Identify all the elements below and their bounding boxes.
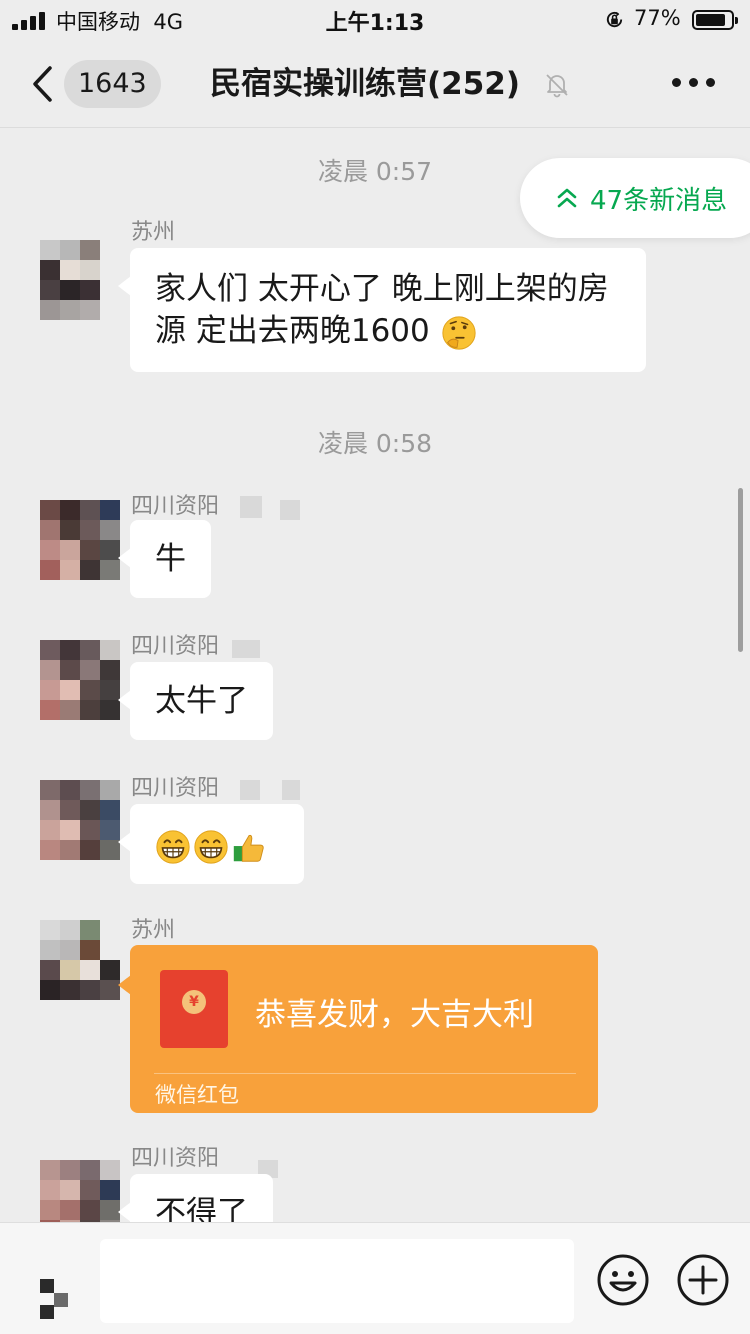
- message-input[interactable]: [100, 1239, 574, 1323]
- timestamp: 凌晨 0:58: [317, 429, 433, 458]
- divider: [154, 1073, 576, 1074]
- thinking-face-icon: [441, 315, 476, 350]
- sender-name: 四川资阳: [131, 1146, 220, 1171]
- blurred-name-patch: [282, 780, 300, 800]
- sender-name: 苏州: [131, 918, 176, 943]
- red-packet-greeting: 恭喜发财，大吉大利: [255, 997, 534, 1033]
- sender-name: 苏州: [131, 220, 176, 245]
- scrollbar[interactable]: [738, 488, 743, 652]
- thumbs-up-icon: [233, 834, 264, 862]
- chat-title: 民宿实操训练营(252): [210, 66, 521, 102]
- message-bubble[interactable]: 家人们 太开心了 晚上刚上架的房源 定出去两晚1600: [118, 248, 646, 372]
- input-bar: [0, 1222, 750, 1334]
- avatar[interactable]: [40, 240, 120, 320]
- sender-name: 四川资阳: [131, 776, 220, 801]
- avatar[interactable]: [40, 780, 120, 860]
- blurred-name-patch: [280, 500, 300, 520]
- emoji-icon[interactable]: [596, 1253, 650, 1307]
- plus-icon[interactable]: [676, 1253, 730, 1307]
- mute-bell-icon: [546, 74, 568, 98]
- message-bubble[interactable]: [118, 804, 304, 884]
- battery-percent: 77%: [634, 6, 681, 30]
- avatar[interactable]: [40, 500, 120, 580]
- grinning-face-icon: [156, 829, 190, 864]
- blurred-name-patch: [240, 496, 262, 518]
- sender-name: 四川资阳: [131, 634, 220, 659]
- red-packet-label: 微信红包: [155, 1083, 239, 1107]
- unread-count-badge[interactable]: 1643: [64, 60, 161, 108]
- more-dots-icon[interactable]: [672, 78, 716, 88]
- blurred-name-patch: [232, 640, 260, 658]
- sender-name: 四川资阳: [131, 494, 220, 519]
- nav-bar: 1643 民宿实操训练营(252): [0, 40, 750, 128]
- status-bar: 中国移动 4G 上午1:13 77%: [0, 0, 750, 40]
- orientation-lock-icon: [606, 11, 623, 28]
- double-chevron-up-icon: [557, 188, 577, 208]
- new-messages-label: 47条新消息: [590, 186, 728, 216]
- back-arrow-icon[interactable]: [30, 64, 54, 104]
- voice-icon[interactable]: [40, 1279, 80, 1319]
- blurred-name-patch: [240, 780, 260, 800]
- new-messages-button[interactable]: 47条新消息: [520, 158, 750, 238]
- red-packet-icon: ¥: [160, 970, 228, 1048]
- message-text: 家人们 太开心了 晚上刚上架的房源 定出去两晚1600: [155, 271, 609, 349]
- red-packet-card[interactable]: ¥ 恭喜发财，大吉大利 微信红包: [118, 945, 598, 1113]
- battery-icon: [692, 10, 738, 30]
- avatar[interactable]: [40, 920, 120, 1000]
- grinning-face-icon: [194, 829, 228, 864]
- message-bubble[interactable]: 太牛了: [118, 662, 273, 740]
- avatar[interactable]: [40, 640, 120, 720]
- message-bubble[interactable]: 牛: [118, 520, 211, 598]
